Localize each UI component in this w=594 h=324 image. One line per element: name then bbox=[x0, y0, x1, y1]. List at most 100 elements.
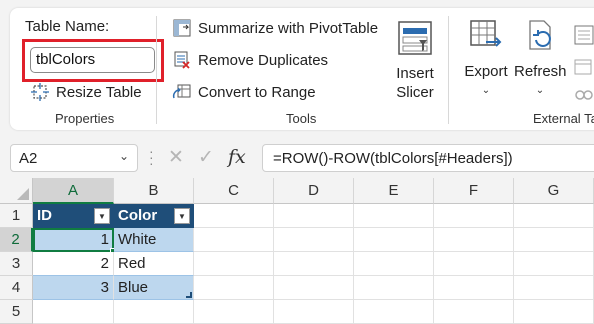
cell[interactable] bbox=[274, 276, 354, 300]
cell[interactable] bbox=[514, 300, 594, 324]
filter-dropdown-icon[interactable]: ▼ bbox=[174, 208, 190, 224]
table-cell-color[interactable]: Red bbox=[114, 252, 194, 276]
remove-duplicates-label: Remove Duplicates bbox=[198, 51, 329, 69]
cell[interactable] bbox=[434, 276, 514, 300]
table-name-input[interactable]: tblColors bbox=[30, 47, 155, 73]
select-all-button[interactable] bbox=[0, 178, 33, 204]
column-header-g[interactable]: G bbox=[514, 178, 594, 204]
table-header-id[interactable]: ID ▼ bbox=[33, 204, 114, 228]
external-group-label: External Ta bbox=[533, 111, 594, 126]
open-in-browser-icon[interactable] bbox=[573, 56, 594, 83]
table-name-label: Table Name: bbox=[25, 18, 110, 35]
refresh-button[interactable]: Refresh ⌄ bbox=[514, 18, 567, 100]
insert-slicer-label-2: Slicer bbox=[396, 84, 434, 101]
cell[interactable] bbox=[33, 300, 114, 324]
cell[interactable] bbox=[354, 300, 434, 324]
cell[interactable] bbox=[274, 300, 354, 324]
refresh-label: Refresh bbox=[514, 63, 567, 80]
enter-check-icon[interactable]: ✓ bbox=[198, 146, 214, 169]
cell[interactable] bbox=[194, 204, 274, 228]
properties-group-label: Properties bbox=[55, 111, 115, 126]
slicer-icon bbox=[390, 20, 440, 64]
convert-to-range-label: Convert to Range bbox=[198, 83, 316, 101]
insert-slicer-label-1: Insert bbox=[396, 65, 434, 82]
cell[interactable] bbox=[194, 276, 274, 300]
cell[interactable] bbox=[514, 228, 594, 252]
cancel-icon[interactable]: ✕ bbox=[168, 146, 184, 169]
worksheet-grid: A B C D E F G 1 2 3 4 5 ID ▼ Color ▼ 1 W… bbox=[0, 178, 594, 324]
cell[interactable] bbox=[354, 228, 434, 252]
remove-duplicates-icon bbox=[172, 50, 192, 70]
cell[interactable] bbox=[274, 252, 354, 276]
column-header-d[interactable]: D bbox=[274, 178, 354, 204]
refresh-icon bbox=[514, 18, 566, 62]
cell[interactable] bbox=[514, 252, 594, 276]
column-header-e[interactable]: E bbox=[354, 178, 434, 204]
column-header-c[interactable]: C bbox=[194, 178, 274, 204]
resize-table-button[interactable]: Resize Table bbox=[30, 82, 142, 102]
cell[interactable] bbox=[514, 276, 594, 300]
cell[interactable] bbox=[354, 204, 434, 228]
ribbon: Table Name: tblColors Resize Table Prope… bbox=[10, 8, 594, 130]
resize-table-icon bbox=[30, 82, 50, 102]
chevron-down-icon[interactable]: ⌄ bbox=[119, 149, 129, 163]
export-label: Export bbox=[464, 63, 508, 80]
export-icon bbox=[460, 18, 512, 62]
drag-handle-icon[interactable]: · · · bbox=[149, 144, 154, 170]
table-cell-color[interactable]: Blue bbox=[114, 276, 194, 300]
cell[interactable] bbox=[354, 252, 434, 276]
cell[interactable] bbox=[434, 204, 514, 228]
cell[interactable] bbox=[434, 228, 514, 252]
refresh-chevron-icon: ⌄ bbox=[535, 85, 545, 96]
unlink-icon[interactable] bbox=[573, 84, 594, 111]
filter-dropdown-icon[interactable]: ▼ bbox=[94, 208, 110, 224]
properties-small-icon[interactable] bbox=[573, 24, 594, 51]
cell[interactable] bbox=[274, 228, 354, 252]
export-chevron-icon: ⌄ bbox=[481, 85, 491, 96]
cell[interactable] bbox=[354, 276, 434, 300]
row-header-4[interactable]: 4 bbox=[0, 276, 33, 300]
tools-group-label: Tools bbox=[286, 111, 317, 126]
cell[interactable] bbox=[434, 300, 514, 324]
export-button[interactable]: Export ⌄ bbox=[460, 18, 512, 100]
name-box-value: A2 bbox=[19, 150, 38, 167]
table-cell-color[interactable]: White bbox=[114, 228, 194, 252]
cell[interactable] bbox=[114, 300, 194, 324]
cell[interactable] bbox=[274, 204, 354, 228]
group-divider bbox=[448, 16, 449, 124]
table-resize-handle[interactable] bbox=[186, 292, 192, 298]
remove-duplicates-button[interactable]: Remove Duplicates bbox=[172, 50, 328, 70]
table-cell-id[interactable]: 1 bbox=[33, 228, 114, 252]
column-header-a[interactable]: A bbox=[33, 178, 114, 204]
cell[interactable] bbox=[514, 204, 594, 228]
resize-table-label: Resize Table bbox=[56, 83, 142, 101]
table-header-id-label: ID bbox=[37, 207, 52, 224]
convert-to-range-icon bbox=[172, 82, 192, 102]
formula-bar: A2 ⌄ · · · ✕ ✓ fx =ROW()-ROW(tblColors[#He… bbox=[0, 138, 594, 178]
row-header-2[interactable]: 2 bbox=[0, 228, 33, 252]
pivottable-icon bbox=[172, 18, 192, 38]
cell[interactable] bbox=[194, 300, 274, 324]
cell[interactable] bbox=[434, 252, 514, 276]
name-box[interactable]: A2 ⌄ bbox=[10, 144, 138, 172]
table-header-color-label: Color bbox=[118, 207, 158, 224]
insert-slicer-button[interactable]: Insert Slicer bbox=[390, 20, 440, 102]
row-header-5[interactable]: 5 bbox=[0, 300, 33, 324]
row-header-3[interactable]: 3 bbox=[0, 252, 33, 276]
group-divider bbox=[156, 16, 157, 124]
insert-function-icon[interactable]: fx bbox=[228, 146, 246, 168]
summarize-pivottable-button[interactable]: Summarize with PivotTable bbox=[172, 18, 378, 38]
convert-to-range-button[interactable]: Convert to Range bbox=[172, 82, 316, 102]
row-header-1[interactable]: 1 bbox=[0, 204, 33, 228]
summarize-pivottable-label: Summarize with PivotTable bbox=[198, 19, 379, 37]
cell[interactable] bbox=[194, 228, 274, 252]
cell[interactable] bbox=[194, 252, 274, 276]
table-header-color[interactable]: Color ▼ bbox=[114, 204, 194, 228]
table-cell-id[interactable]: 3 bbox=[33, 276, 114, 300]
formula-controls: ✕ ✓ fx bbox=[162, 144, 258, 172]
table-cell-id[interactable]: 2 bbox=[33, 252, 114, 276]
column-header-b[interactable]: B bbox=[114, 178, 194, 204]
column-header-f[interactable]: F bbox=[434, 178, 514, 204]
formula-input[interactable]: =ROW()-ROW(tblColors[#Headers]) bbox=[262, 144, 594, 172]
table-name-highlight: tblColors bbox=[22, 39, 164, 82]
